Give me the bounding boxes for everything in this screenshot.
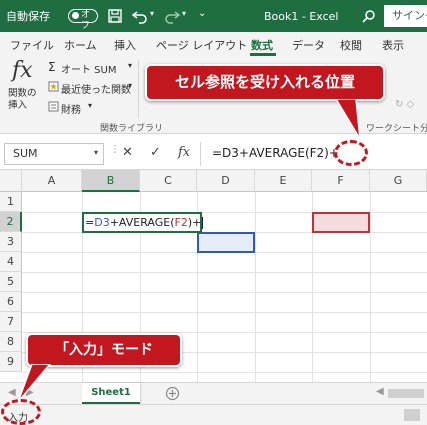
callout-input-mode: 「入力」モード xyxy=(26,333,182,367)
financial-button[interactable]: 財務 ▾ xyxy=(48,100,118,116)
select-all-corner[interactable] xyxy=(0,170,22,192)
financial-label: 財務 xyxy=(61,105,81,116)
title-bar: 自動保存 オフ ▾ ▾ ⌄ Book1 - Excel サインイン xyxy=(0,0,427,32)
tab-file[interactable]: ファイル xyxy=(10,37,54,53)
save-icon[interactable] xyxy=(107,8,123,24)
tab-insert[interactable]: 挿入 xyxy=(114,37,136,53)
enter-icon[interactable]: ✓ xyxy=(150,145,161,160)
column-header-d[interactable]: D xyxy=(197,170,255,192)
column-header-b[interactable]: B xyxy=(82,170,140,192)
qat-customize-icon[interactable]: ⌄ xyxy=(198,9,206,19)
chevron-down-icon: ▾ xyxy=(128,81,133,90)
toggle-state: オフ xyxy=(81,10,91,31)
autosum-label: オート SUM xyxy=(61,65,117,76)
column-header-f[interactable]: F xyxy=(312,170,370,192)
view-normal-button[interactable] xyxy=(404,409,420,421)
formula-ref-d3: D3 xyxy=(94,216,110,229)
active-cell-editor[interactable]: =D3+AVERAGE(F2)+ xyxy=(82,212,204,233)
formula-tail: )+ xyxy=(187,216,202,229)
search-icon[interactable] xyxy=(362,9,376,23)
grip-icon: ⋮ xyxy=(110,144,120,155)
column-header-e[interactable]: E xyxy=(255,170,312,192)
undo-dropdown-icon[interactable]: ▾ xyxy=(150,10,154,18)
book-icon xyxy=(48,101,59,112)
insert-function-icon[interactable]: fx xyxy=(178,145,190,160)
tab-review[interactable]: 校閲 xyxy=(340,37,362,53)
ribbon-tabs: ファイル ホーム 挿入 ページ レイアウト 数式 データ 校閲 表示 xyxy=(0,32,427,56)
row-header-6[interactable]: 6 xyxy=(0,292,22,312)
ribbon-separator xyxy=(138,60,139,118)
formula-input[interactable]: =D3+AVERAGE(F2)+ xyxy=(212,146,339,160)
redo-dropdown-icon[interactable]: ▾ xyxy=(182,10,186,18)
column-header-c[interactable]: C xyxy=(140,170,197,192)
autosave-toggle[interactable]: オフ xyxy=(68,9,98,31)
name-box[interactable]: SUM xyxy=(4,143,104,165)
callout-pointer xyxy=(335,99,361,140)
signin-button[interactable]: サインイン xyxy=(384,5,427,27)
redo-icon[interactable] xyxy=(163,8,181,24)
cancel-icon[interactable]: ✕ xyxy=(122,145,133,160)
autosum-button[interactable]: Σ オート SUM ▾ xyxy=(48,60,134,76)
insert-function-button[interactable]: fx 関数の挿入 xyxy=(6,58,44,114)
star-icon xyxy=(48,81,59,92)
formula-bar-separator xyxy=(200,142,201,166)
function-icon: fx xyxy=(12,58,33,83)
gridline xyxy=(370,192,371,382)
name-box-dropdown-icon[interactable]: ▾ xyxy=(94,148,98,157)
row-header-3[interactable]: 3 xyxy=(0,232,22,252)
row-header-2[interactable]: 2 xyxy=(0,212,22,232)
row-header-8[interactable]: 8 xyxy=(0,332,22,352)
group-label-function-library: 関数ライブラリ xyxy=(100,124,164,134)
row-header-4[interactable]: 4 xyxy=(0,252,22,272)
dimmed-ribbon-icon: ↻ ◇ xyxy=(395,99,415,110)
recent-functions-label: 最近使った関数 xyxy=(61,85,131,96)
autosave-label: 自動保存 xyxy=(6,10,50,23)
tab-formulas[interactable]: 数式 xyxy=(251,37,273,53)
tab-view[interactable]: 表示 xyxy=(382,37,404,53)
toggle-knob xyxy=(72,12,79,19)
text-cursor xyxy=(202,217,204,229)
undo-icon[interactable] xyxy=(131,8,149,24)
sheet-tab-bar: ◀ ▶ Sheet1 ◀ xyxy=(0,382,427,404)
row-header-5[interactable]: 5 xyxy=(0,272,22,292)
recent-functions-button[interactable]: 最近使った関数 ▾ xyxy=(48,80,134,96)
tab-page-layout[interactable]: ページ レイアウト xyxy=(156,37,247,53)
reference-highlight-f2 xyxy=(312,212,370,233)
tab-home[interactable]: ホーム xyxy=(64,37,97,53)
sigma-icon: Σ xyxy=(48,60,56,74)
hscroll-left-icon[interactable]: ◀ xyxy=(376,386,384,397)
horizontal-scrollbar[interactable] xyxy=(388,389,424,398)
chevron-down-icon: ▾ xyxy=(128,61,133,70)
document-title: Book1 - Excel xyxy=(264,10,339,23)
formula-function: +AVERAGE( xyxy=(109,216,175,229)
chevron-down-icon: ▾ xyxy=(88,101,93,110)
dashed-ellipse-status-mode xyxy=(1,399,41,425)
row-header-7[interactable]: 7 xyxy=(0,312,22,332)
insert-function-label: 関数の挿入 xyxy=(8,88,37,111)
status-bar: 入力 xyxy=(0,404,427,425)
row-header-1[interactable]: 1 xyxy=(0,192,22,212)
formula-ref-f2: F2 xyxy=(174,216,188,229)
sheet-tab-sheet1[interactable]: Sheet1 xyxy=(82,383,140,404)
column-header-a[interactable]: A xyxy=(22,170,82,192)
add-sheet-icon[interactable] xyxy=(165,386,180,401)
tab-data[interactable]: データ xyxy=(292,37,325,53)
formula-equals: = xyxy=(85,216,95,229)
column-header-g[interactable]: G xyxy=(370,170,427,192)
cell-formula: =D3+AVERAGE(F2)+ xyxy=(85,216,204,229)
gridline xyxy=(255,192,256,382)
callout-reference-position: セル参照を受け入れる位置 xyxy=(145,64,385,101)
reference-highlight-d3 xyxy=(197,232,255,253)
dashed-ellipse-formula-end xyxy=(334,140,368,166)
group-label-watch: ワークシート分析 xyxy=(366,124,427,134)
